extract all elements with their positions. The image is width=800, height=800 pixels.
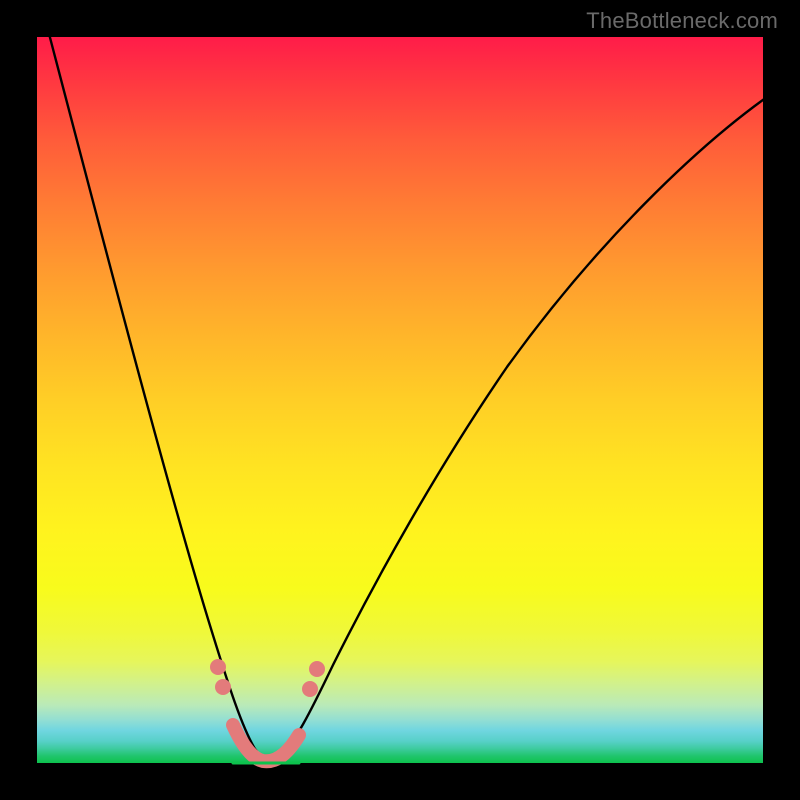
marker-dot-right-1 — [302, 681, 318, 697]
marker-dot-right-2 — [309, 661, 325, 677]
marker-dot-left-2 — [215, 679, 231, 695]
highlight-arc — [233, 725, 299, 761]
chart-frame: TheBottleneck.com — [0, 0, 800, 800]
chart-svg — [37, 37, 763, 763]
marker-dot-left-1 — [210, 659, 226, 675]
watermark-text: TheBottleneck.com — [586, 8, 778, 34]
bottleneck-curve — [42, 7, 767, 760]
